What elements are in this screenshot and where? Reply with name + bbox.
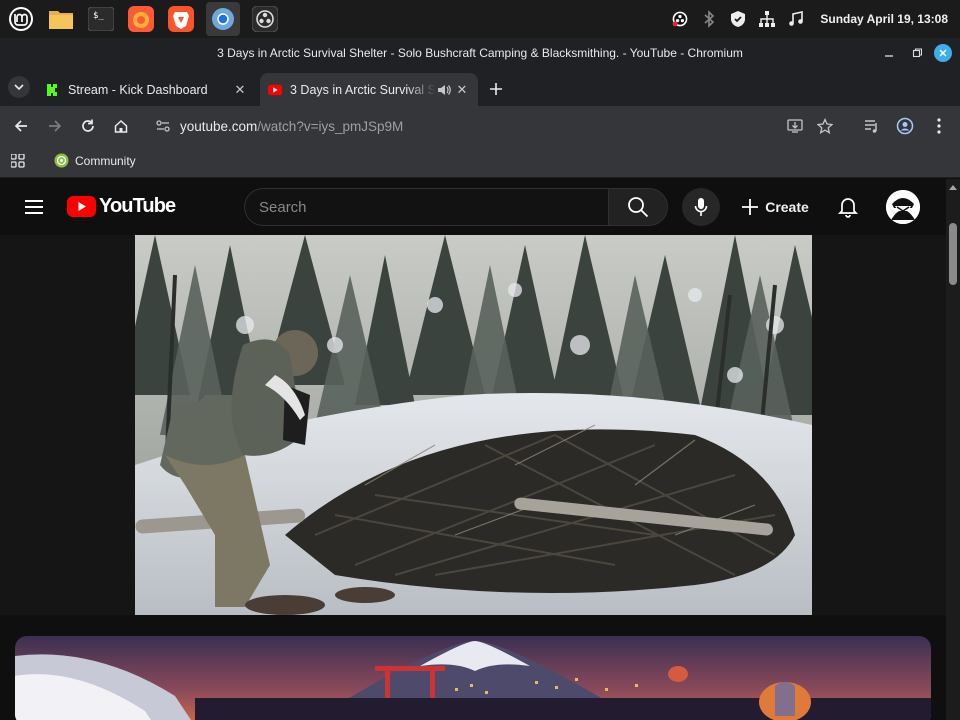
window-titlebar[interactable]: 3 Days in Arctic Survival Shelter - Solo… <box>0 38 960 68</box>
notifications-bell-icon[interactable] <box>836 195 860 219</box>
bluetooth-icon[interactable] <box>700 10 718 28</box>
search-button[interactable] <box>608 188 668 226</box>
plus-icon <box>742 199 759 215</box>
home-button[interactable] <box>110 115 132 137</box>
tab-strip: Stream - Kick Dashboard ✕ 3 Days in Arct… <box>0 68 960 106</box>
new-tab-button[interactable] <box>486 79 506 99</box>
search-input[interactable] <box>259 189 599 225</box>
svg-text:$_: $_ <box>93 11 104 21</box>
microphone-icon <box>694 198 708 216</box>
terminal-icon[interactable]: $_ <box>86 4 116 34</box>
youtube-page: YouTube Create <box>0 179 960 720</box>
fuji-night-illustration <box>15 636 931 720</box>
network-icon[interactable] <box>758 10 776 28</box>
video-player[interactable] <box>0 235 946 615</box>
tab-youtube-video[interactable]: 3 Days in Arctic Survival Shelter - Solo… <box>260 73 478 106</box>
tab-kick-dashboard[interactable]: Stream - Kick Dashboard ✕ <box>38 73 256 106</box>
apps-grid-icon[interactable] <box>10 153 25 173</box>
youtube-play-icon <box>67 196 96 217</box>
scroll-up-arrow-icon[interactable] <box>949 185 957 190</box>
obs-icon[interactable] <box>250 4 280 34</box>
create-button[interactable]: Create <box>732 188 818 226</box>
url-path: /watch?v=iys_pmJSp9M <box>257 118 404 134</box>
close-tab-icon[interactable]: ✕ <box>454 82 470 98</box>
music-note-icon[interactable] <box>787 10 805 28</box>
page-scrollbar[interactable] <box>946 179 960 720</box>
bookmark-label: Community <box>75 153 136 168</box>
site-info-icon[interactable] <box>155 118 171 139</box>
bookmark-community[interactable]: Community <box>54 153 136 168</box>
video-still-image <box>135 235 812 615</box>
kick-icon <box>46 83 60 97</box>
linux-mint-menu-icon[interactable] <box>6 4 36 34</box>
bookmark-star-icon[interactable] <box>814 115 836 137</box>
guide-menu-icon[interactable] <box>24 197 44 217</box>
shield-icon[interactable] <box>729 10 747 28</box>
channel-banner-image[interactable] <box>15 636 931 720</box>
youtube-masthead: YouTube Create <box>0 179 946 235</box>
close-tab-icon[interactable]: ✕ <box>232 82 248 98</box>
account-avatar[interactable] <box>886 190 920 224</box>
bookmarks-bar: Community <box>0 146 960 178</box>
files-icon[interactable] <box>46 4 76 34</box>
url-host: youtube.com <box>180 118 258 134</box>
forward-button[interactable] <box>44 115 66 137</box>
youtube-logo[interactable]: YouTube <box>67 195 176 218</box>
firefox-icon[interactable] <box>126 4 156 34</box>
video-frame[interactable] <box>135 235 812 615</box>
menu-kebab-icon[interactable] <box>928 115 950 137</box>
search-box[interactable] <box>244 188 608 226</box>
voice-search-button[interactable] <box>682 188 720 226</box>
window-title: 3 Days in Arctic Survival Shelter - Solo… <box>217 46 743 60</box>
profile-icon[interactable] <box>894 115 916 137</box>
search-icon <box>628 197 649 218</box>
scrollbar-thumb[interactable] <box>949 223 957 285</box>
reload-button[interactable] <box>77 115 99 137</box>
media-controls-icon[interactable] <box>861 115 883 137</box>
close-window-button[interactable] <box>934 44 952 62</box>
address-bar[interactable]: youtube.com/watch?v=iys_pmJSp9M <box>146 111 846 141</box>
url-text[interactable]: youtube.com/watch?v=iys_pmJSp9M <box>180 119 403 134</box>
os-taskbar: $_ Sunday April 19, 13:08 <box>0 0 960 38</box>
browser-toolbar: youtube.com/watch?v=iys_pmJSp9M <box>0 106 960 146</box>
install-app-icon[interactable] <box>784 115 806 137</box>
minimize-button[interactable] <box>880 44 898 62</box>
tab-label: 3 Days in Arctic Survival Shelter - Solo… <box>290 82 436 97</box>
youtube-logo-text: YouTube <box>99 195 176 217</box>
chromium-icon[interactable] <box>206 2 240 36</box>
avatar-image <box>886 190 920 224</box>
maximize-button[interactable] <box>908 44 926 62</box>
youtube-icon <box>268 83 282 97</box>
community-bookmark-icon <box>54 153 69 168</box>
tab-label: Stream - Kick Dashboard <box>68 82 208 97</box>
tab-search-button[interactable] <box>8 76 30 98</box>
back-button[interactable] <box>10 115 32 137</box>
clock[interactable]: Sunday April 19, 13:08 <box>820 12 948 26</box>
create-label: Create <box>765 199 809 215</box>
obs-tray-icon[interactable] <box>671 10 689 28</box>
speaker-icon[interactable] <box>436 82 452 98</box>
brave-icon[interactable] <box>166 4 196 34</box>
